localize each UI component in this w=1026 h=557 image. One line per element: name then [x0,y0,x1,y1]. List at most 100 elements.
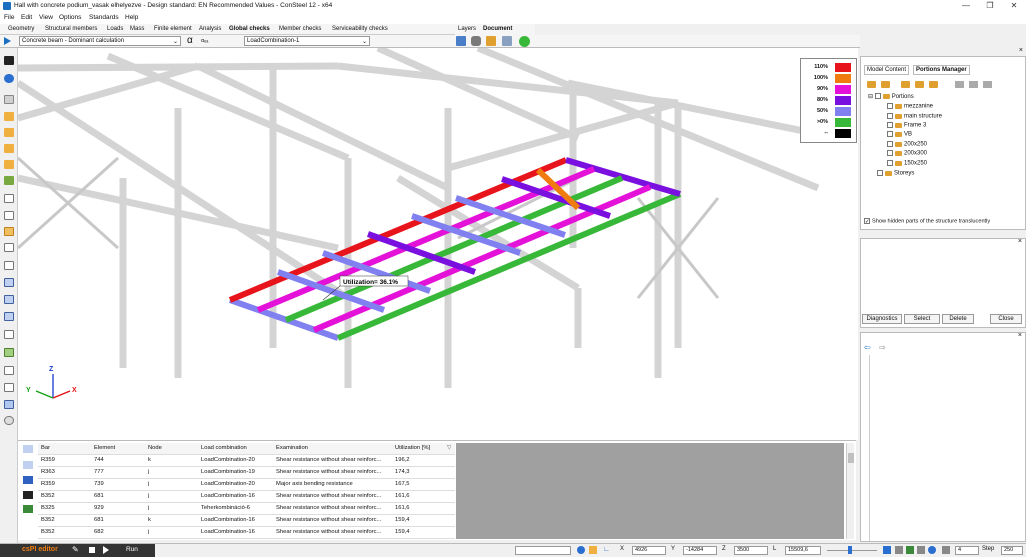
cspi-editor-label[interactable]: csPI editor [22,546,58,553]
tool-icon-18[interactable] [4,383,14,392]
checkbox[interactable] [887,131,893,137]
table-row[interactable]: R359 744 k LoadCombination-20 Shear resistan… [38,455,455,467]
camera-icon[interactable] [471,36,481,46]
tab-document[interactable]: Document [483,26,512,32]
z-coordinate[interactable]: 3500 [734,546,768,555]
node-icon[interactable] [917,546,925,554]
show-hidden-checkbox[interactable]: ✓ [864,218,870,225]
tree-item[interactable]: 150x250 [887,160,927,167]
count-value[interactable]: 4 [955,546,979,555]
tool-icon-11[interactable] [4,261,14,270]
col-load-combination[interactable]: Load combination [201,445,247,451]
tool-icon-2[interactable] [4,112,14,121]
undo-icon[interactable] [4,74,14,83]
grid-icon[interactable] [883,546,891,554]
portion-tool-icon[interactable] [955,81,964,88]
close-panel-icon[interactable]: × [1019,47,1023,54]
tool-icon-9[interactable] [4,227,14,236]
add-portion-icon[interactable] [867,81,876,88]
tree-item[interactable]: 200x250 [887,141,927,148]
zoom-slider-thumb[interactable] [848,546,852,554]
col-examination[interactable]: Examination [276,445,308,451]
col-utilization[interactable]: Utilization [%] [395,445,430,451]
stop-icon[interactable] [89,547,95,553]
tool-icon-16[interactable] [4,348,14,357]
table-icon[interactable] [23,476,33,484]
tool-icon-17[interactable] [4,366,14,375]
tab-global-checks[interactable]: Global checks [229,26,270,32]
snap-input[interactable] [515,546,571,555]
snap-icon[interactable] [577,546,585,554]
tab-model-content[interactable]: Model Content [864,65,910,75]
select-button[interactable]: Select [904,314,940,324]
checkbox[interactable] [874,93,881,100]
table-scrollbar[interactable] [846,443,854,539]
table-row[interactable]: B325 929 j Teherkombináció-6 Shear resistanc… [38,503,455,515]
table-row[interactable]: R363 777 j LoadCombination-19 Shear resistan… [38,467,455,479]
tree-item[interactable]: 200x300 [887,150,927,157]
tool-icon-12[interactable] [4,278,14,287]
add-document-icon[interactable] [519,36,530,47]
check-type-select[interactable]: Concrete beam - Dominant calculation ⌄ [19,36,181,46]
menu-view[interactable]: View [39,14,53,21]
length-value[interactable]: 15509,6 [785,546,821,555]
col-bar[interactable]: Bar [41,445,50,451]
tool-icon-10[interactable] [4,243,14,252]
tool-icon-20[interactable] [4,416,14,425]
tool-icon-1[interactable] [4,95,14,104]
table-row[interactable]: B352 681 k LoadCombination-16 Shear resistan… [38,515,455,527]
angle-icon[interactable] [589,546,597,554]
tool-icon-6[interactable] [4,176,14,185]
count-icon[interactable] [942,546,950,554]
tab-member-checks[interactable]: Member checks [279,26,321,32]
alpha-icon[interactable]: α [187,35,193,46]
col-element[interactable]: Element [94,445,115,451]
checkbox[interactable] [887,141,893,147]
close-button[interactable]: Close [990,314,1022,324]
checkbox[interactable] [887,122,893,128]
folder-down-icon[interactable] [915,81,924,88]
menu-options[interactable]: Options [59,14,81,21]
tool-icon-3[interactable] [4,128,14,137]
zoom-slider[interactable] [827,550,877,551]
menu-file[interactable]: File [4,14,14,21]
close-panel-icon[interactable]: × [1018,238,1022,245]
run-label[interactable]: Run [126,546,138,553]
tool-icon-4[interactable] [4,144,14,153]
tool-icon-5[interactable] [4,160,14,169]
save-icon[interactable] [4,56,14,65]
add-subportion-icon[interactable] [881,81,890,88]
tab-serviceability-checks[interactable]: Serviceability checks [332,26,388,32]
layers-icon[interactable] [456,36,466,46]
tool-icon-7[interactable] [4,194,14,203]
combination-select[interactable]: LoadCombination-1 ⌄ [244,36,370,46]
folder-move-icon[interactable] [929,81,938,88]
tab-structural-members[interactable]: Structural members [45,26,97,32]
y-coordinate[interactable]: -14284 [683,546,717,555]
tree-item[interactable]: VB [887,131,912,138]
tab-layers[interactable]: Layers [458,26,476,32]
maximize-icon[interactable]: ❐ [984,1,996,10]
checkbox[interactable] [887,103,893,109]
col-node[interactable]: Node [148,445,162,451]
x-coordinate[interactable]: 4926 [632,546,666,555]
tree-item[interactable]: Frame 3 [887,122,926,129]
back-arrow-icon[interactable]: ⇦ [864,343,871,352]
play-icon[interactable] [4,37,11,45]
close-panel-icon[interactable]: × [1018,332,1022,339]
snap-point-icon[interactable] [906,546,914,554]
table-row[interactable]: B352 681 j LoadCombination-16 Shear resistan… [38,491,455,503]
export-icon[interactable] [23,505,33,513]
filter-icon[interactable] [23,461,33,469]
tree-root[interactable]: ⊟ Portions [868,93,914,100]
tree-storeys[interactable]: Storeys [877,170,914,177]
tool-icon-8[interactable] [4,211,14,220]
ortho-icon[interactable]: ∟ [603,546,610,553]
step-value[interactable]: 250 [1001,546,1023,555]
table-row[interactable]: B352 682 j LoadCombination-16 Shear resistan… [38,527,455,539]
menu-edit[interactable]: Edit [21,14,32,21]
delete-button[interactable]: Delete [942,314,974,324]
tab-portions-manager[interactable]: Portions Manager [913,65,970,75]
globe-icon[interactable] [928,546,936,554]
3d-viewport[interactable]: Utilization= 36.1% Z X Y [18,48,858,440]
